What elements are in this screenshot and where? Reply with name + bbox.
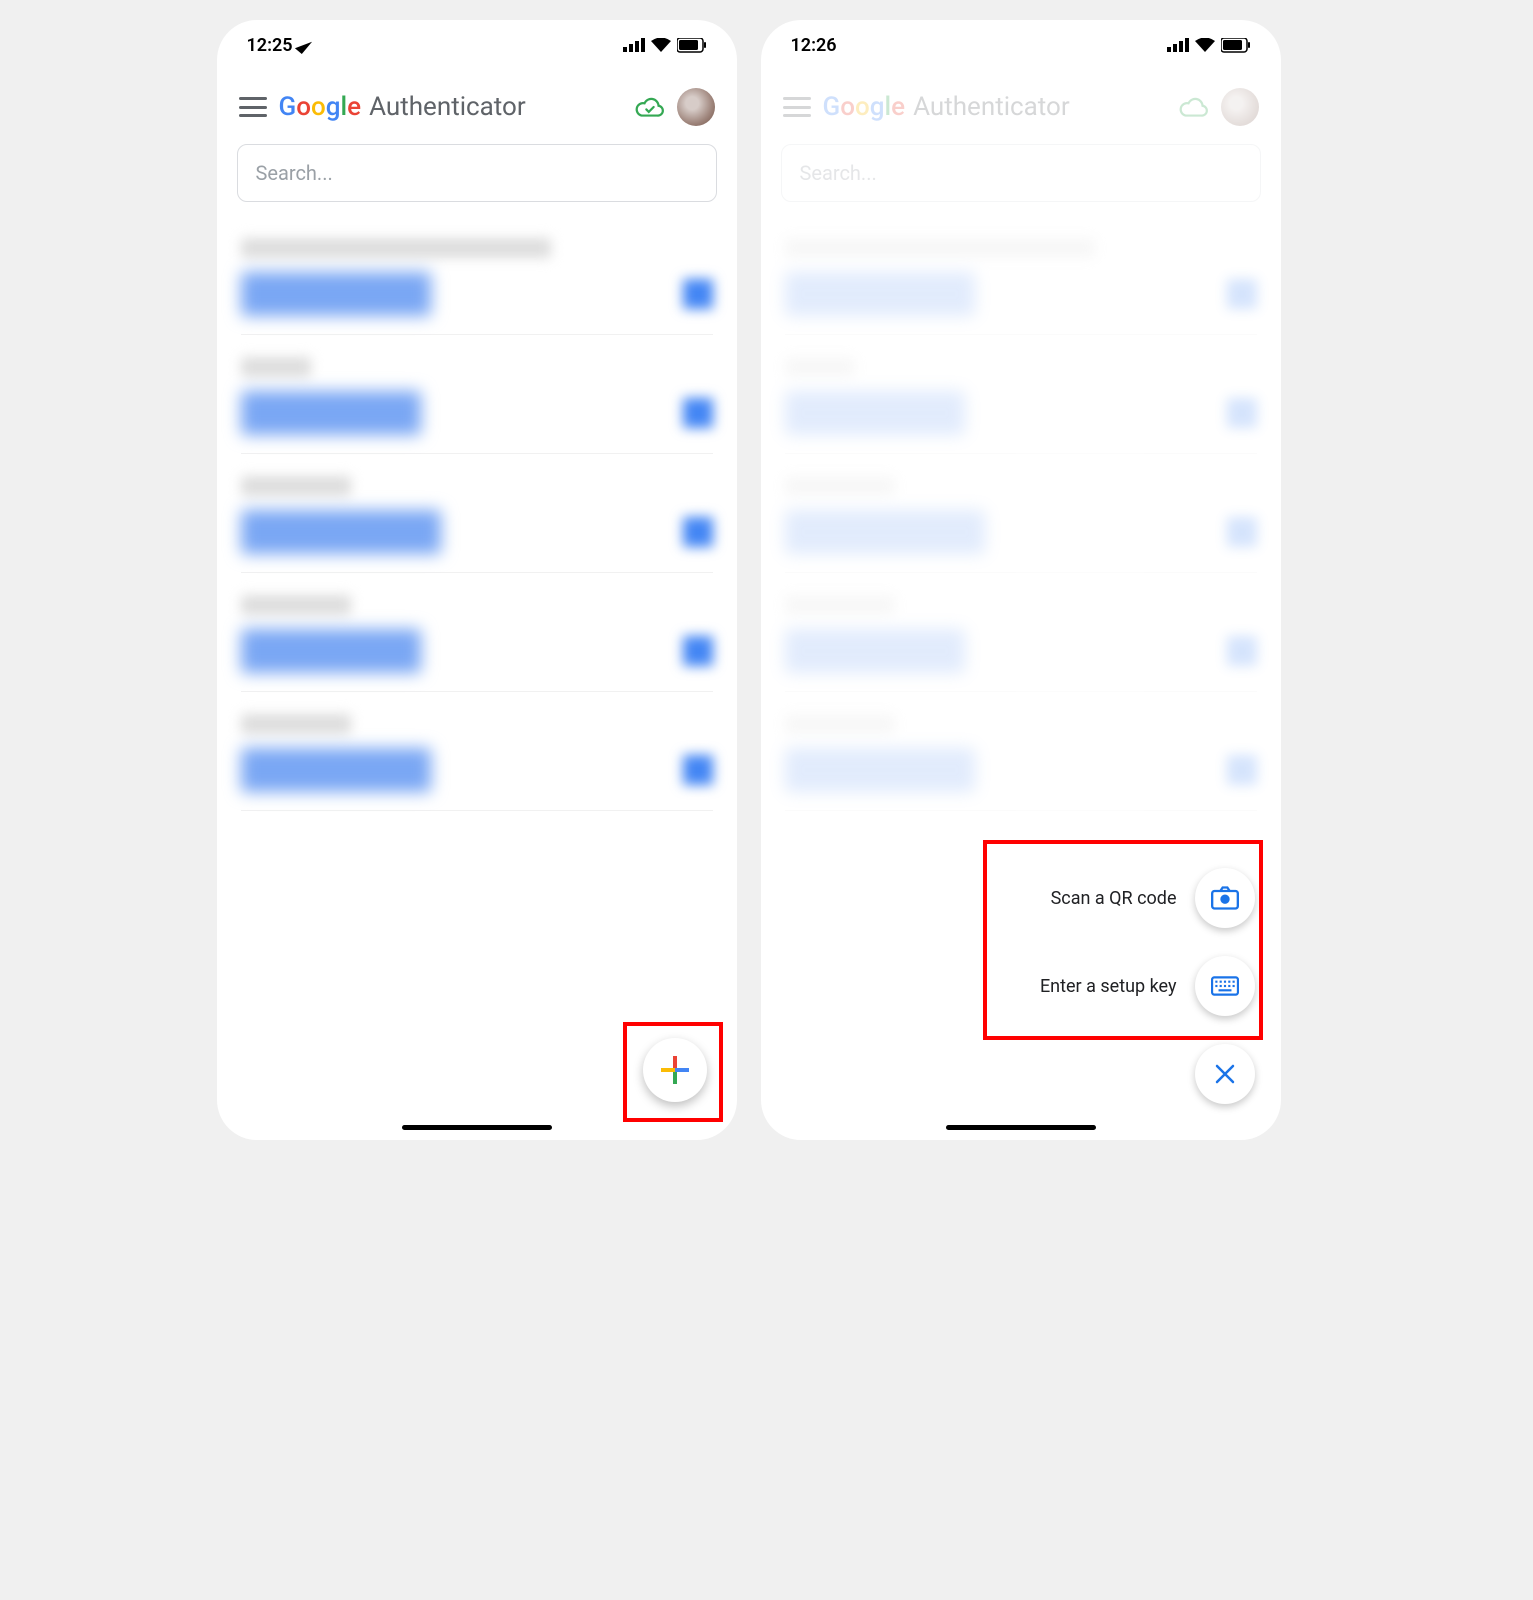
code-timer-icon bbox=[683, 755, 713, 785]
code-timer-icon bbox=[683, 398, 713, 428]
annotation-highlight-menu bbox=[983, 840, 1263, 1040]
account-code-blurred bbox=[241, 510, 441, 554]
account-name-blurred bbox=[241, 476, 351, 496]
status-time: 12:26 bbox=[791, 35, 837, 56]
screenshot-right: 12:26 Google Authenticator Search... Sca… bbox=[761, 20, 1281, 1140]
code-timer-icon bbox=[683, 517, 713, 547]
annotation-highlight-fab bbox=[623, 1022, 723, 1122]
battery-icon bbox=[1221, 38, 1251, 53]
account-item[interactable] bbox=[241, 216, 713, 335]
cloud-sync-icon[interactable] bbox=[635, 96, 665, 118]
hamburger-menu-icon[interactable] bbox=[239, 97, 267, 117]
profile-avatar[interactable] bbox=[677, 88, 715, 126]
cellular-signal-icon bbox=[623, 38, 645, 52]
status-bar: 12:25 bbox=[217, 20, 737, 70]
app-title: Google Authenticator bbox=[279, 92, 623, 122]
app-name: Authenticator bbox=[369, 92, 526, 122]
search-input[interactable]: Search... bbox=[237, 144, 717, 202]
wifi-icon bbox=[651, 38, 671, 53]
account-item[interactable] bbox=[241, 335, 713, 454]
wifi-icon bbox=[1195, 38, 1215, 53]
status-time: 12:25 bbox=[247, 35, 293, 56]
screenshot-left: 12:25 Google Authenticator Search... bbox=[217, 20, 737, 1140]
app-header: Google Authenticator bbox=[217, 70, 737, 136]
status-right-icons bbox=[623, 38, 707, 53]
status-bar: 12:26 bbox=[761, 20, 1281, 70]
account-code-blurred bbox=[241, 748, 431, 792]
search-placeholder: Search... bbox=[256, 161, 333, 185]
account-name-blurred bbox=[241, 357, 311, 377]
account-code-blurred bbox=[241, 272, 431, 316]
account-code-blurred bbox=[241, 391, 421, 435]
battery-icon bbox=[677, 38, 707, 53]
account-name-blurred bbox=[241, 714, 351, 734]
close-icon bbox=[1195, 1044, 1255, 1104]
account-list bbox=[217, 216, 737, 811]
account-name-blurred bbox=[241, 238, 551, 258]
location-services-icon bbox=[294, 36, 311, 54]
account-item[interactable] bbox=[241, 454, 713, 573]
home-indicator[interactable] bbox=[946, 1125, 1096, 1130]
account-item[interactable] bbox=[241, 573, 713, 692]
account-item[interactable] bbox=[241, 692, 713, 811]
status-right-icons bbox=[1167, 38, 1251, 53]
home-indicator[interactable] bbox=[402, 1125, 552, 1130]
account-code-blurred bbox=[241, 629, 421, 673]
cellular-signal-icon bbox=[1167, 38, 1189, 52]
account-name-blurred bbox=[241, 595, 351, 615]
close-fab-menu[interactable] bbox=[1195, 1044, 1255, 1104]
code-timer-icon bbox=[683, 636, 713, 666]
code-timer-icon bbox=[683, 279, 713, 309]
google-logo-text: Google bbox=[279, 92, 362, 122]
